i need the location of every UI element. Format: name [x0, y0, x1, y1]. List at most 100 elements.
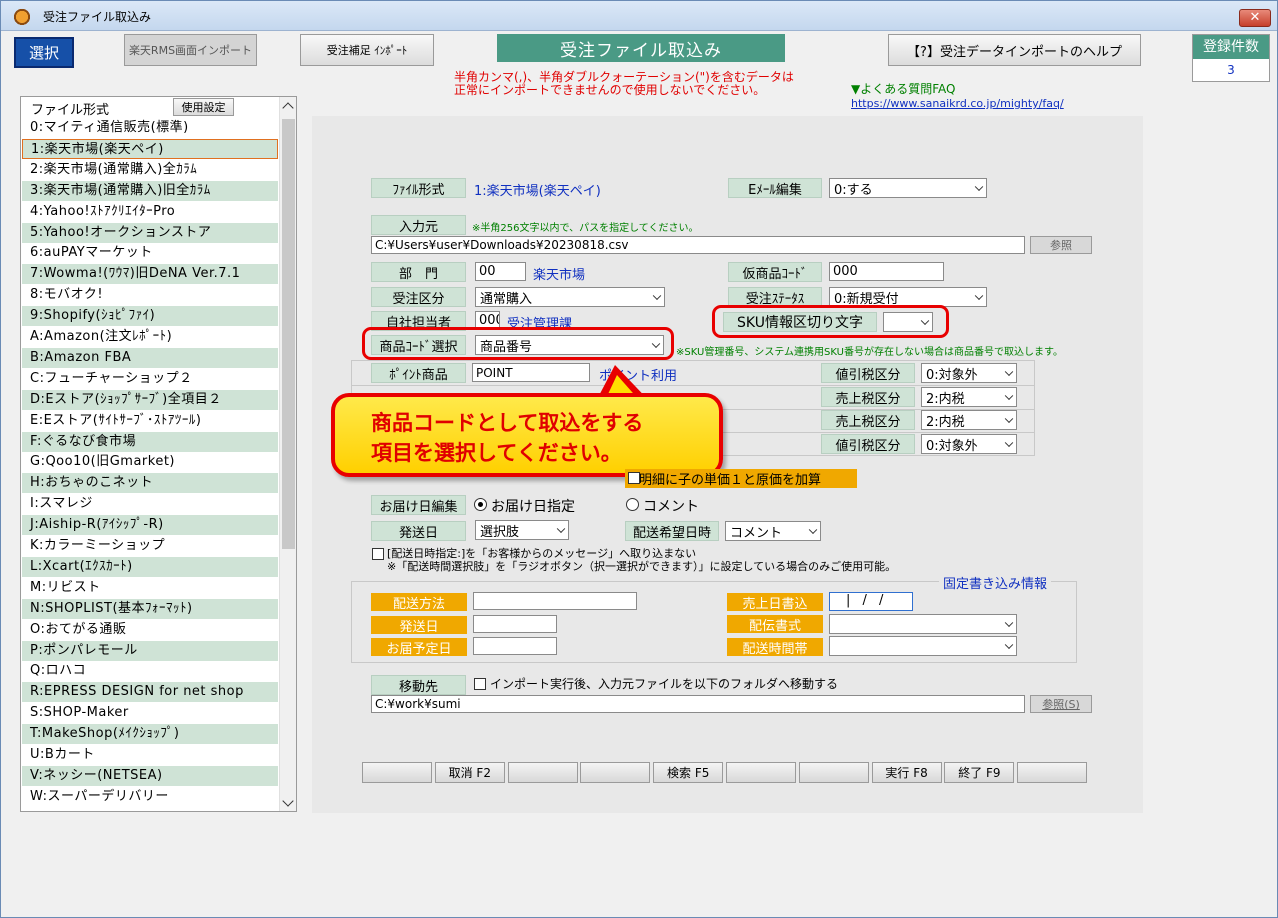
move-browse-button[interactable]: 参照(S) — [1030, 695, 1092, 713]
delivery-date-option-label: お届け日指定 — [491, 499, 575, 515]
scroll-up-icon[interactable] — [282, 102, 294, 114]
order-supplement-import-button[interactable]: 受注補足 ｲﾝﾎﾟｰﾄ — [300, 34, 434, 66]
sku-highlight — [712, 305, 949, 338]
list-item[interactable]: N:SHOPLIST(基本ﾌｫｰﾏｯﾄ) — [22, 598, 278, 619]
usage-settings-button[interactable]: 使用設定 — [173, 98, 234, 116]
temp-code-label: 仮商品ｺｰﾄﾞ — [728, 262, 822, 282]
list-item[interactable]: F:ぐるなび食市場 — [22, 431, 278, 452]
list-item[interactable]: 3:楽天市場(通常購入)旧全ｶﾗﾑ — [22, 180, 278, 201]
list-item[interactable]: 7:Wowma!(ﾜｳﾏ)旧DeNA Ver.7.1 — [22, 264, 278, 285]
delivery-time-select[interactable]: コメント — [725, 521, 821, 541]
ship-date-select[interactable]: 選択肢 — [475, 520, 569, 540]
list-item[interactable]: 8:モバオク! — [22, 285, 278, 305]
scroll-thumb[interactable] — [282, 119, 295, 549]
list-item[interactable]: E:Eストア(ｻｲﾄｻｰﾌﾞ･ｽﾄｱﾂｰﾙ) — [22, 411, 278, 431]
ship-method-field[interactable] — [473, 592, 637, 610]
list-item[interactable]: B:Amazon FBA — [22, 347, 278, 368]
comment-radio[interactable] — [626, 498, 639, 511]
rakuten-rms-import-button[interactable]: 楽天RMS画面インポート — [124, 34, 257, 66]
list-item[interactable]: W:スーパーデリバリー — [22, 787, 278, 807]
no-import-delivery-checkbox[interactable] — [372, 548, 384, 560]
callout-line1: 商品コードとして取込をする — [371, 411, 644, 435]
list-item[interactable]: S:SHOP-Maker — [22, 703, 278, 723]
select-button[interactable]: 選択 — [14, 37, 74, 68]
order-type-select[interactable]: 通常購入 — [475, 287, 665, 307]
dept-code-field[interactable]: 00 — [475, 262, 526, 281]
slip-format-select[interactable] — [829, 614, 1017, 634]
function-key-5[interactable]: 検索 F5 — [653, 762, 724, 783]
tax-type-select[interactable]: 2:内税 — [921, 387, 1017, 407]
list-item[interactable]: V:ネッシー(NETSEA) — [22, 765, 278, 786]
function-key-7[interactable] — [798, 762, 869, 783]
scroll-down-icon[interactable] — [282, 795, 294, 807]
list-item[interactable]: O:おてがる通販 — [22, 620, 278, 640]
tax-type-select[interactable]: 0:対象外 — [921, 434, 1017, 454]
list-item[interactable]: 0:マイティ通信販売(標準) — [22, 118, 278, 138]
list-item[interactable]: L:Xcart(ｴｸｽｶｰﾄ) — [22, 556, 278, 577]
list-item[interactable]: G:Qoo10(旧Gmarket) — [22, 452, 278, 472]
list-item[interactable]: 9:Shopify(ｼｮﾋﾟﾌｧｲ) — [22, 306, 278, 327]
add-child-price-checkbox[interactable] — [628, 472, 640, 484]
chevron-down-icon — [974, 182, 984, 192]
list-item[interactable]: P:ポンパレモール — [22, 640, 278, 661]
list-item[interactable]: 6:auPAYマーケット — [22, 243, 278, 263]
list-item[interactable]: J:Aiship-R(ｱｲｼｯﾌﾟ-R) — [22, 515, 278, 536]
list-header: ファイル形式 — [31, 103, 110, 118]
file-format-label: ﾌｧｲﾙ形式 — [371, 178, 466, 198]
move-after-import-checkbox[interactable] — [474, 678, 486, 690]
faq-link[interactable]: https://www.sanaikrd.co.jp/mighty/faq/ — [851, 97, 1064, 110]
list-item[interactable]: M:リビスト — [22, 578, 278, 598]
list-item[interactable]: A:Amazon(注文ﾚﾎﾟｰﾄ) — [22, 327, 278, 347]
list-item[interactable]: 5:Yahoo!オークションストア — [22, 222, 278, 243]
tax-type-select[interactable]: 2:内税 — [921, 410, 1017, 430]
arrival-date-field[interactable] — [473, 637, 557, 655]
ship-date-label: 発送日 — [371, 521, 466, 541]
title-bar: 受注ファイル取込み ✕ — [1, 1, 1277, 31]
count-box: 登録件数 3 — [1192, 34, 1270, 82]
product-code-note: ※SKU管理番号、システム連携用SKU番号が存在しない場合は商品番号で取込します… — [676, 347, 1063, 358]
help-button[interactable]: 【?】受注データインポートのヘルプ — [888, 34, 1141, 66]
list-item[interactable]: 4:Yahoo!ｽﾄｱｸﾘｴｲﾀｰPro — [22, 202, 278, 222]
list-item[interactable]: 2:楽天市場(通常購入)全ｶﾗﾑ — [22, 160, 278, 180]
order-status-select[interactable]: 0:新規受付 — [829, 287, 987, 307]
list-item[interactable]: K:カラーミーショップ — [22, 536, 278, 556]
fixed-ship-day-field[interactable] — [473, 615, 557, 633]
function-key-1[interactable] — [362, 762, 432, 783]
list-item[interactable]: T:MakeShop(ﾒｲｸｼｮｯﾌﾟ) — [22, 724, 278, 745]
function-key-9[interactable]: 終了 F9 — [944, 762, 1015, 783]
input-path-field[interactable]: C:¥Users¥user¥Downloads¥20230818.csv — [371, 236, 1025, 254]
list-item[interactable]: I:スマレジ — [22, 494, 278, 514]
function-key-3[interactable] — [507, 762, 578, 783]
dept-label: 部 門 — [371, 262, 466, 282]
chevron-down-icon — [1004, 367, 1014, 377]
tax-type-select[interactable]: 0:対象外 — [921, 363, 1017, 383]
sales-date-field[interactable]: __/__/__ — [829, 592, 913, 611]
list-item[interactable]: U:Bカート — [22, 745, 278, 765]
move-after-import-label: インポート実行後、入力元ファイルを以下のフォルダへ移動する — [490, 677, 839, 691]
product-code-highlight — [362, 327, 674, 360]
function-key-6[interactable] — [726, 762, 796, 783]
function-key-10[interactable] — [1017, 762, 1088, 783]
function-key-4[interactable] — [580, 762, 651, 783]
function-key-8[interactable]: 実行 F8 — [871, 762, 942, 783]
list-item[interactable]: D:Eストア(ｼｮｯﾌﾟｻｰﾌﾞ)全項目２ — [22, 389, 278, 410]
temp-code-field[interactable]: 000 — [829, 262, 944, 281]
delivery-date-radio[interactable] — [474, 498, 487, 511]
email-edit-select[interactable]: 0:する — [829, 178, 987, 198]
list-item[interactable]: 1:楽天市場(楽天ペイ) — [22, 138, 278, 159]
move-path-field[interactable]: C:¥work¥sumi — [371, 695, 1025, 713]
list-item[interactable]: C:フューチャーショップ２ — [22, 369, 278, 389]
delivery-slot-select[interactable] — [829, 636, 1017, 656]
tax-type-label: 売上税区分 — [821, 387, 915, 407]
point-product-label: ﾎﾟｲﾝﾄ商品 — [371, 363, 466, 383]
function-key-2[interactable]: 取消 F2 — [434, 762, 505, 783]
point-product-field[interactable]: POINT — [472, 363, 590, 382]
input-source-label: 入力元 — [371, 215, 466, 235]
list-item[interactable]: Q:ロハコ — [22, 661, 278, 681]
callout-box: 商品コードとして取込をする 項目を選択してください。 — [331, 393, 723, 477]
close-button[interactable]: ✕ — [1239, 9, 1271, 27]
list-scrollbar[interactable] — [279, 97, 296, 811]
list-item[interactable]: H:おちゃのこネット — [22, 473, 278, 494]
browse-button[interactable]: 参照 — [1030, 236, 1092, 254]
list-item[interactable]: R:EPRESS DESIGN for net shop — [22, 682, 278, 703]
